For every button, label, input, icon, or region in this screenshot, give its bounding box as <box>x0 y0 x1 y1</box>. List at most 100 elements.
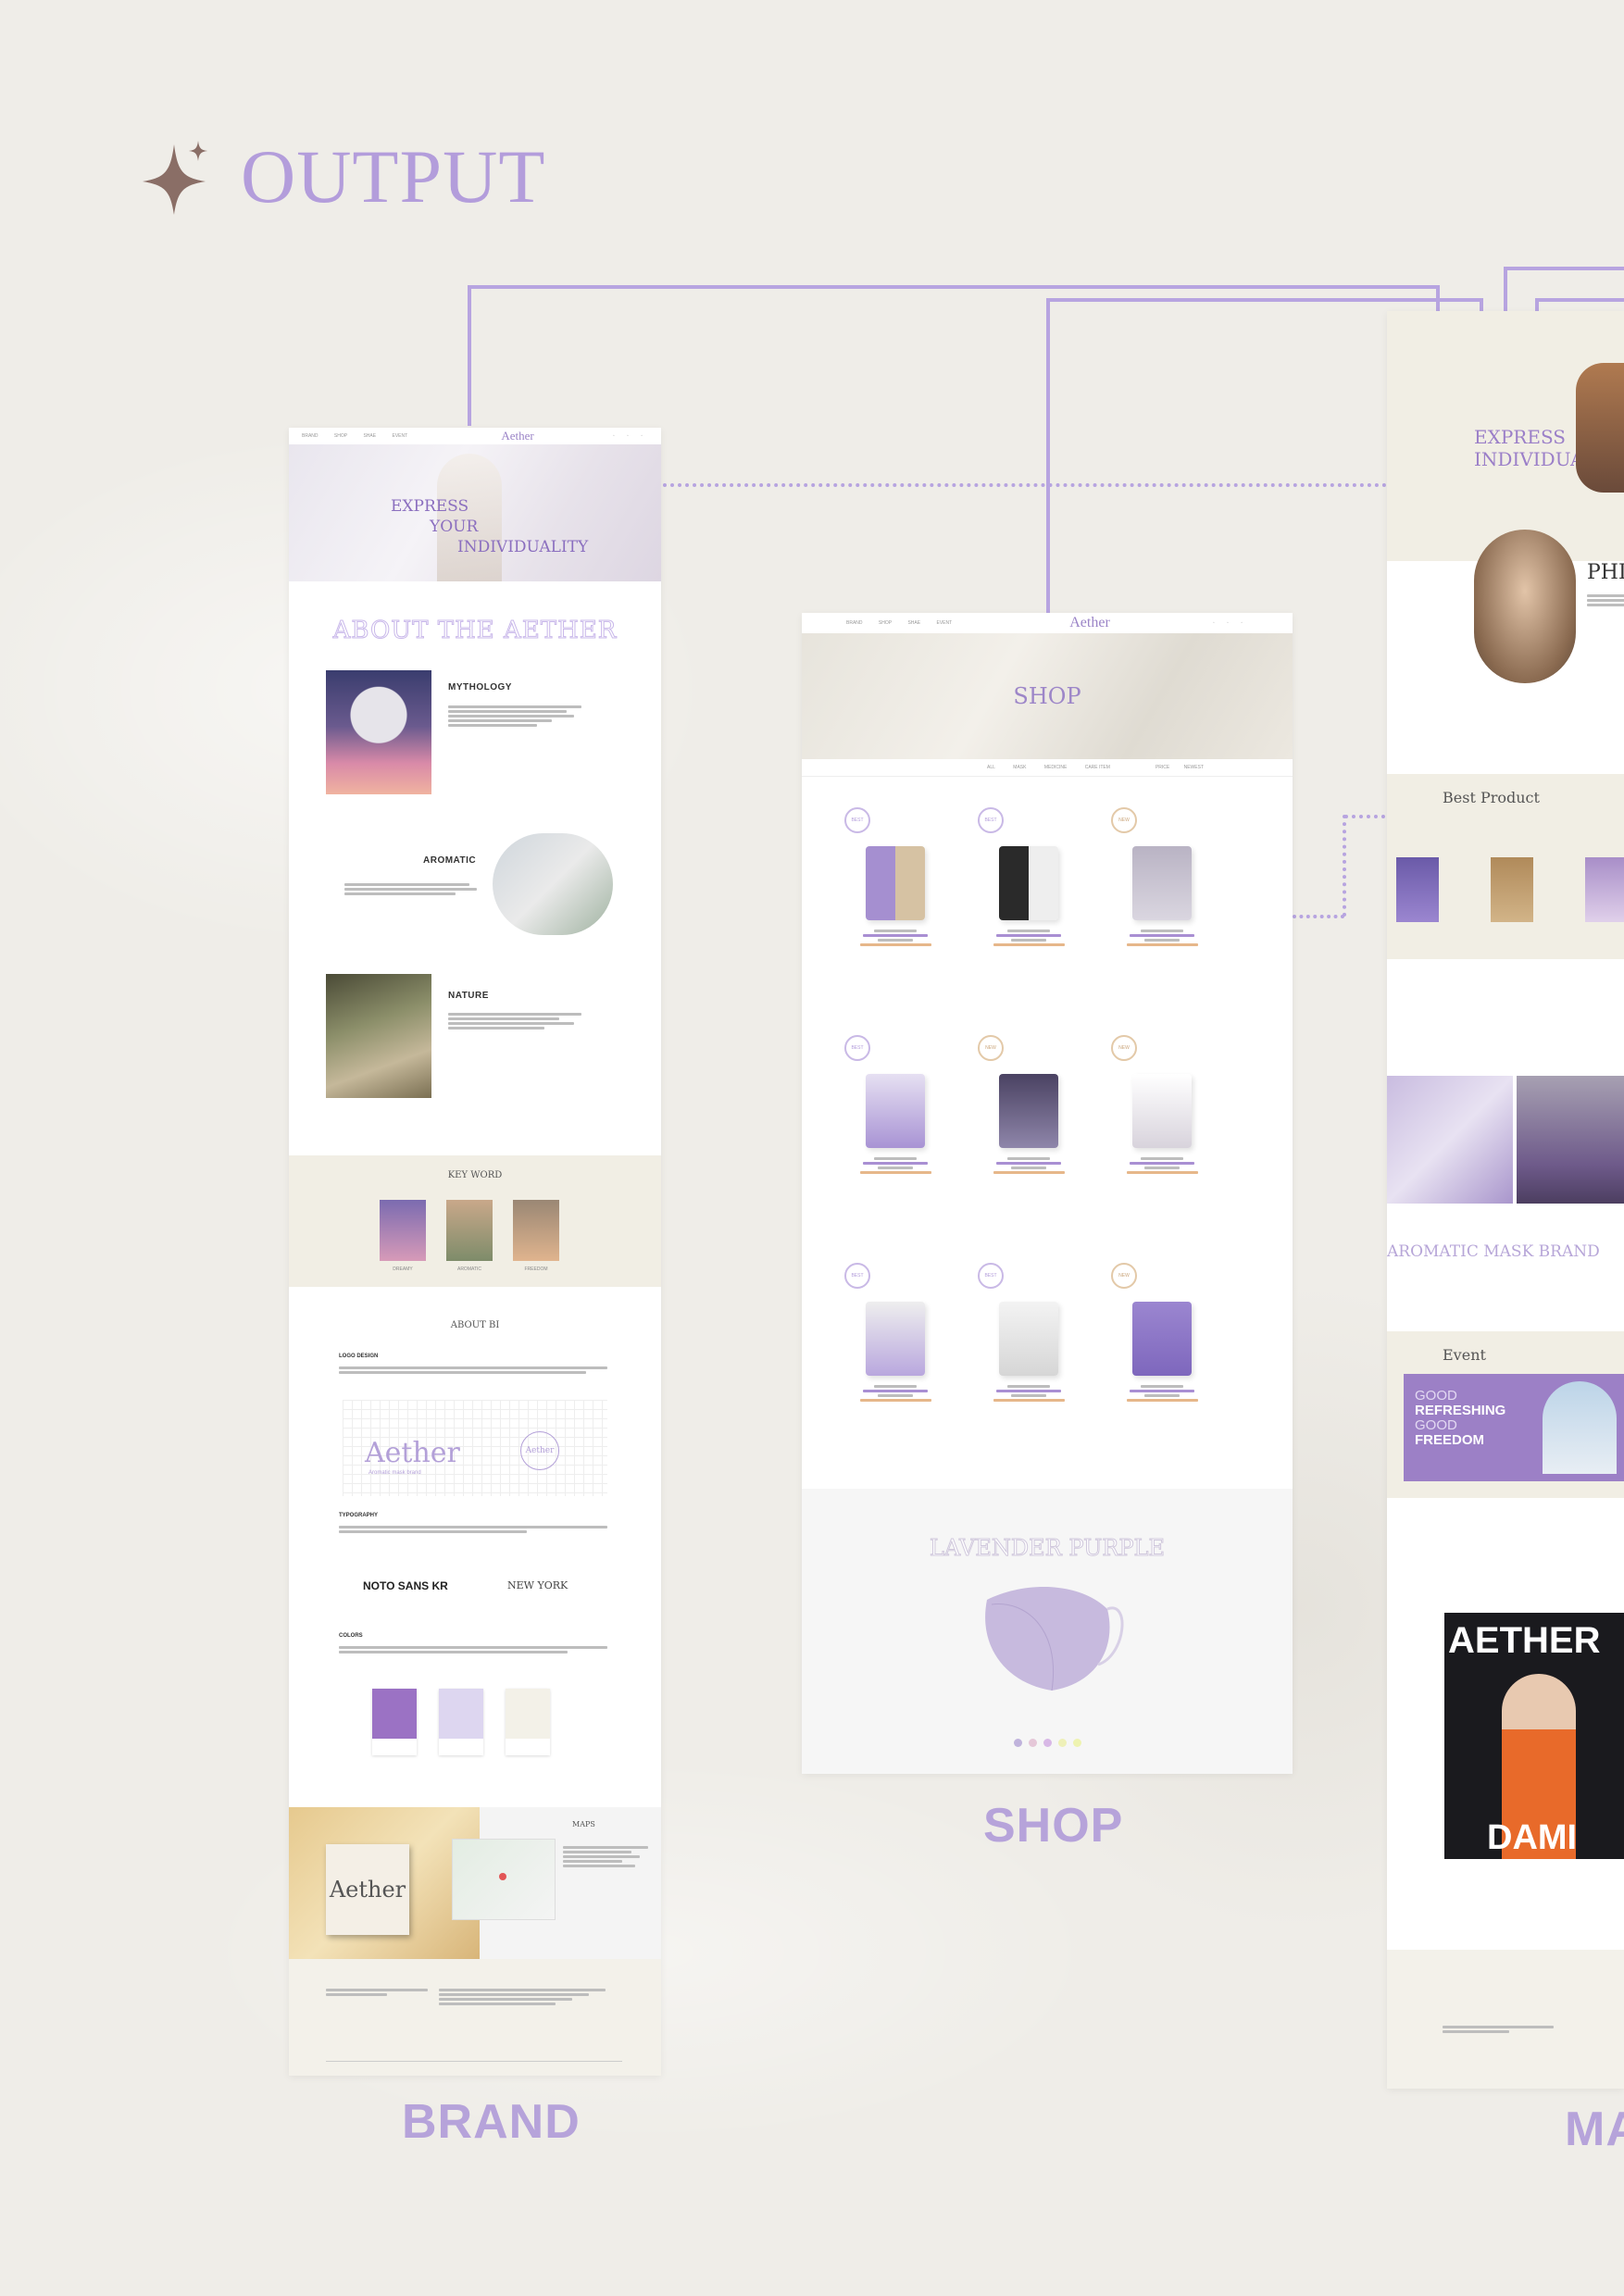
product-card[interactable]: NEW <box>1111 1035 1213 1176</box>
color-option[interactable] <box>1013 1739 1022 1747</box>
color-option[interactable] <box>1043 1739 1052 1747</box>
nav-link-shae[interactable]: SHAE <box>907 620 920 626</box>
aromatic-image <box>493 833 613 935</box>
product-info <box>1126 1157 1198 1174</box>
shop-logo[interactable]: Aether <box>1069 615 1110 631</box>
brand-page-mockup: BRAND SHOP SHAE EVENT Aether ◦ ◦ ◦ EXPRE… <box>289 428 661 2076</box>
nav-link-event[interactable]: EVENT <box>392 433 407 439</box>
keyword-label: FREEDOM <box>524 1267 548 1272</box>
product-image[interactable] <box>1132 1302 1192 1376</box>
connector-line <box>1504 267 1624 270</box>
swatch-fill <box>372 1689 417 1739</box>
color-option[interactable] <box>1072 1739 1081 1747</box>
shop-hero-title: SHOP <box>1013 683 1081 709</box>
sort-newest[interactable]: NEWEST <box>1184 765 1204 770</box>
nav-link-event[interactable]: EVENT <box>936 620 952 626</box>
nav-link-shop[interactable]: SHOP <box>879 620 892 626</box>
about-bi-title: ABOUT BI <box>450 1320 500 1330</box>
event-banner-text: GOOD REFRESHING GOOD FREEDOM <box>1415 1388 1506 1448</box>
philosophy-section: PHI <box>1474 530 1624 700</box>
product-image[interactable] <box>866 1302 925 1376</box>
filter-medicine[interactable]: MEDICINE <box>1044 765 1067 770</box>
connector-line <box>1046 298 1483 302</box>
color-option[interactable] <box>1057 1739 1067 1747</box>
product-card[interactable]: NEW <box>1111 807 1213 948</box>
keyword-image-freedom <box>513 1200 559 1261</box>
poster-name: DAMI <box>1487 1818 1578 1857</box>
product-info <box>993 930 1065 946</box>
product-card[interactable]: BEST <box>844 1035 946 1176</box>
maps-info <box>563 1844 648 1869</box>
product-image[interactable] <box>1132 846 1192 920</box>
product-info <box>859 930 931 946</box>
map-pin-icon <box>499 1873 506 1880</box>
moon-image <box>326 670 431 794</box>
product-image[interactable] <box>999 1302 1058 1376</box>
product-badge: BEST <box>844 807 870 833</box>
product-image[interactable] <box>866 846 925 920</box>
color-swatch <box>439 1689 483 1755</box>
connector-line <box>468 285 471 426</box>
product-badge: NEW <box>1111 807 1137 833</box>
color-selector <box>802 1739 1293 1747</box>
nav-link-brand[interactable]: BRAND <box>302 433 319 439</box>
section-body <box>448 1011 596 1031</box>
logo-sub: Aromatic mask brand <box>369 1470 421 1476</box>
nav-icons: ◦ ◦ ◦ <box>612 433 648 439</box>
product-badge: NEW <box>1111 1035 1137 1061</box>
product-card[interactable]: BEST <box>844 1263 946 1404</box>
nav-link-brand[interactable]: BRAND <box>846 620 863 626</box>
color-option[interactable] <box>1028 1739 1037 1747</box>
caption-brand: BRAND <box>402 2095 581 2149</box>
product-card[interactable]: BEST <box>978 1263 1080 1404</box>
product-card[interactable]: BEST <box>978 807 1080 948</box>
product-thumb[interactable] <box>1585 857 1624 922</box>
typography-body <box>339 1524 607 1535</box>
brand-banner-text: AROMATIC MASK BRAND <box>1387 1242 1600 1261</box>
main-page-mockup: EXPRESS INDIVIDUALI PHI Best Product ARO… <box>1387 311 1624 2089</box>
shop-page-mockup: BRAND SHOP SHAE EVENT Aether ◦ ◦ ◦ SHOP … <box>802 613 1293 1774</box>
keyword-title: KEY WORD <box>447 1170 503 1180</box>
product-badge: BEST <box>844 1263 870 1289</box>
connector-line <box>1535 298 1624 302</box>
event-banner[interactable]: GOOD REFRESHING GOOD FREEDOM <box>1404 1374 1624 1481</box>
feature-title: LAVENDER PURPLE <box>929 1535 1165 1562</box>
product-thumb[interactable] <box>1491 857 1533 922</box>
poster-image: AETHER DAMI <box>1444 1613 1624 1859</box>
product-image[interactable] <box>866 1074 925 1148</box>
logo-main: Aether <box>365 1437 460 1469</box>
typography-label: TYPOGRAPHY <box>339 1513 379 1518</box>
product-card[interactable]: NEW <box>1111 1263 1213 1404</box>
footer-links <box>1443 2024 1554 2035</box>
product-card[interactable]: NEW <box>978 1035 1080 1176</box>
filter-all[interactable]: ALL <box>987 765 995 770</box>
logo-emblem: Aether <box>520 1431 559 1470</box>
product-badge: BEST <box>978 1263 1004 1289</box>
product-image[interactable] <box>999 1074 1058 1148</box>
product-image[interactable] <box>999 846 1058 920</box>
sort-price[interactable]: PRICE <box>1156 765 1169 770</box>
keyword-label: AROMATIC <box>456 1267 482 1272</box>
banner-image-bottle <box>1387 1076 1513 1204</box>
dotted-connector <box>1343 815 1346 917</box>
brand-footer <box>289 1959 661 2076</box>
keyword-label: DREAMY <box>393 1267 413 1272</box>
product-image[interactable] <box>1132 1074 1192 1148</box>
nav-link-shop[interactable]: SHOP <box>334 433 347 439</box>
keyword-image-aromatic <box>446 1200 493 1261</box>
best-product-title: Best Product <box>1443 789 1540 806</box>
product-thumb[interactable] <box>1396 857 1439 922</box>
footer-divider <box>326 2061 622 2062</box>
color-swatch <box>372 1689 417 1755</box>
maps-title: MAPS <box>572 1820 595 1828</box>
lavender-feature: LAVENDER PURPLE <box>802 1489 1293 1774</box>
product-info <box>993 1385 1065 1402</box>
filter-mask[interactable]: MASK <box>1013 765 1026 770</box>
filter-care-item[interactable]: CARE ITEM <box>1085 765 1110 770</box>
main-hero: EXPRESS INDIVIDUALI <box>1387 311 1624 561</box>
map-widget[interactable] <box>452 1839 556 1920</box>
nav-icons: ◦ ◦ ◦ <box>1212 620 1248 626</box>
product-card[interactable]: BEST <box>844 807 946 948</box>
brand-logo[interactable]: Aether <box>501 429 533 443</box>
nav-link-shae[interactable]: SHAE <box>363 433 376 439</box>
